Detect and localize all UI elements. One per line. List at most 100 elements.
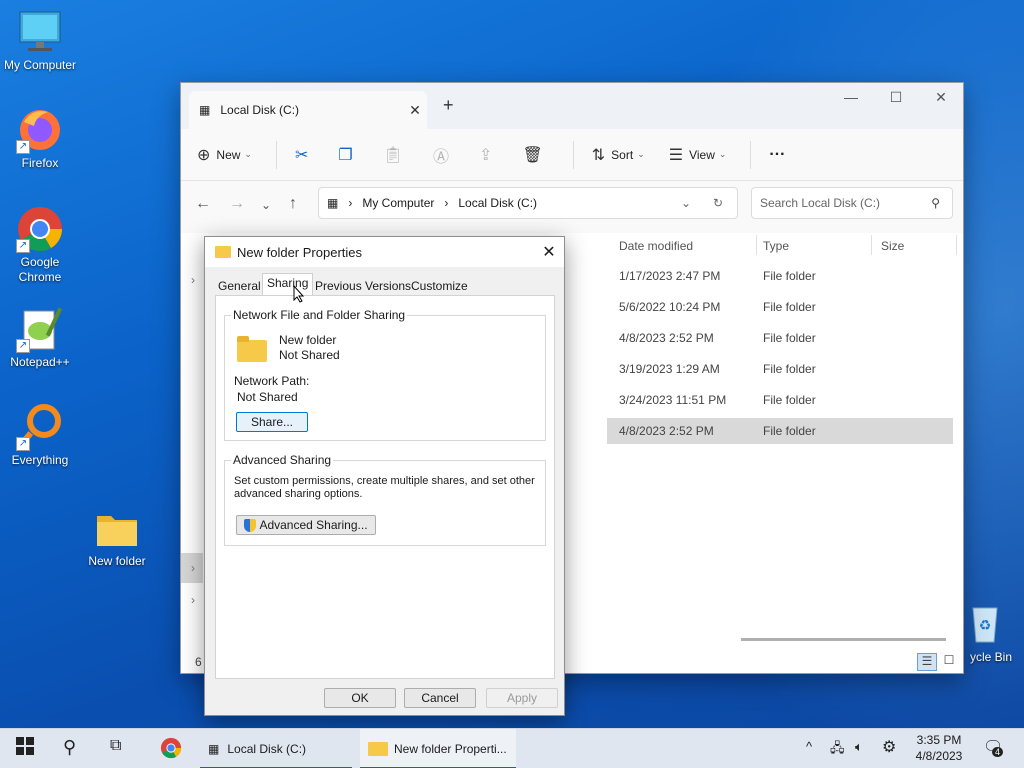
tab-general[interactable]: General [214, 277, 265, 295]
network-sharing-group: Network File and Folder Sharing New fold… [224, 308, 546, 441]
nav-expand-chevron-icon[interactable]: › [191, 561, 195, 575]
desktop-icon-my-computer[interactable]: My Computer [0, 8, 80, 73]
breadcrumb-my-computer[interactable]: My Computer [362, 196, 434, 210]
share-button[interactable]: Share... [236, 412, 308, 432]
row-type: File folder [763, 362, 816, 376]
new-button[interactable]: ⊕ New ⌄ [197, 145, 252, 165]
desktop-icon-everything[interactable]: ↗ Everything [0, 403, 80, 468]
back-arrow-icon[interactable]: ← [195, 195, 211, 213]
large-icons-view-button[interactable]: ☐ [939, 653, 959, 671]
rename-button[interactable]: Ⓐ [433, 143, 455, 167]
show-hidden-icons-chevron-icon[interactable]: ^ [806, 739, 812, 754]
new-label: New [216, 147, 241, 162]
sort-button[interactable]: ⇅ Sort ⌄ [592, 145, 645, 165]
folder-name: New folder [279, 333, 337, 347]
more-options-button[interactable]: ··· [769, 146, 785, 164]
taskbar-app-label: Local Disk (C:) [227, 742, 307, 756]
cut-button[interactable]: ✂ [295, 145, 314, 165]
shortcut-arrow-icon: ↗ [16, 140, 30, 154]
view-button[interactable]: ☰ View ⌄ [669, 145, 727, 165]
refresh-icon[interactable]: ↻ [713, 196, 723, 210]
advanced-sharing-button[interactable]: Advanced Sharing... [236, 515, 376, 535]
minimize-button[interactable]: — [831, 89, 871, 105]
chevron-down-icon: ⌄ [637, 149, 645, 159]
up-arrow-icon[interactable]: ↑ [289, 195, 297, 213]
apply-button[interactable]: Apply [486, 688, 558, 708]
notification-center-button[interactable]: 🗨︎ 4 [983, 737, 1003, 757]
delete-button[interactable]: 🗑︎ [522, 145, 548, 165]
desktop-icon-chrome[interactable]: ↗ Google Chrome [0, 205, 80, 285]
horizontal-scrollbar[interactable] [741, 638, 946, 641]
table-row[interactable]: 3/24/2023 11:51 PM File folder [607, 387, 953, 413]
nav-expand-chevron-icon[interactable]: › [191, 273, 195, 287]
taskbar-app-properties[interactable]: New folder Properti... [360, 729, 516, 768]
desktop-icon-new-folder[interactable]: New folder [77, 504, 157, 569]
column-divider[interactable] [956, 235, 957, 255]
advanced-description-line-1: Set custom permissions, create multiple … [234, 475, 535, 487]
settings-gear-icon[interactable]: ⚙ [882, 737, 896, 757]
desktop-icon-firefox[interactable]: ↗ Firefox [0, 106, 80, 171]
cancel-button[interactable]: Cancel [404, 688, 476, 708]
item-count: 6 [195, 655, 202, 669]
start-button[interactable] [16, 737, 34, 760]
column-divider[interactable] [756, 235, 757, 255]
share-icon: ⇪ [479, 146, 493, 164]
column-type[interactable]: Type [763, 239, 789, 253]
details-view-button[interactable]: ☰ [917, 653, 937, 671]
dialog-tabs: General Sharing Previous Versions Custom… [205, 271, 564, 299]
tab-previous-versions[interactable]: Previous Versions [311, 277, 415, 295]
tab-local-disk[interactable]: ▦ Local Disk (C:) ✕ [189, 91, 427, 129]
tab-customize[interactable]: Customize [407, 277, 472, 295]
volume-icon[interactable]: 🔈︎ [855, 739, 863, 755]
table-row[interactable]: 4/8/2023 2:52 PM File folder [607, 325, 953, 351]
breadcrumb-local-disk[interactable]: Local Disk (C:) [458, 196, 537, 210]
copy-button[interactable]: ❐ [338, 145, 358, 165]
folder-icon [93, 504, 141, 552]
uac-shield-icon [244, 518, 257, 532]
more-label: ··· [769, 145, 786, 163]
recent-chevron-icon[interactable]: ⌄ [261, 198, 271, 212]
table-row[interactable]: 1/17/2023 2:47 PM File folder [607, 263, 953, 289]
view-label: View [689, 147, 715, 162]
clipboard-icon: 📋︎ [382, 146, 404, 164]
search-input[interactable]: Search Local Disk (C:) ⚲ [751, 187, 953, 219]
network-icon[interactable]: 🖧︎ [830, 739, 845, 761]
nav-expand-chevron-icon[interactable]: › [191, 593, 195, 607]
new-tab-button[interactable]: + [443, 95, 454, 116]
row-date: 5/6/2022 10:24 PM [619, 300, 721, 314]
taskbar-app-explorer[interactable]: ▦ Local Disk (C:) [200, 729, 352, 768]
table-row[interactable]: 5/6/2022 10:24 PM File folder [607, 294, 953, 320]
row-type: File folder [763, 269, 816, 283]
address-dropdown-icon[interactable]: ⌄ [681, 196, 691, 210]
forward-arrow-icon[interactable]: → [229, 195, 245, 213]
desktop-icon-label: Google Chrome [18, 255, 62, 284]
chrome-taskbar-icon[interactable] [160, 737, 182, 764]
table-row-selected[interactable]: 4/8/2023 2:52 PM File folder [607, 418, 953, 444]
breadcrumb-separator-icon: › [444, 196, 449, 210]
paste-button[interactable]: 📋︎ [383, 145, 409, 165]
desktop-icon-notepadpp[interactable]: ↗ Notepad++ [0, 305, 80, 370]
search-icon[interactable]: ⚲ [63, 737, 76, 758]
copy-icon: ❐ [338, 146, 353, 164]
share-button[interactable]: ⇪ [479, 145, 498, 165]
rename-icon: Ⓐ [433, 148, 450, 166]
close-window-button[interactable]: ✕ [921, 89, 961, 106]
ok-button[interactable]: OK [324, 688, 396, 708]
clock[interactable]: 3:35 PM 4/8/2023 [908, 732, 970, 764]
column-divider[interactable] [871, 235, 872, 255]
chevron-down-icon: ⌄ [718, 149, 727, 159]
close-tab-icon[interactable]: ✕ [403, 102, 427, 119]
table-row[interactable]: 3/19/2023 1:29 AM File folder [607, 356, 953, 382]
row-date: 4/8/2023 2:52 PM [619, 331, 714, 345]
computer-icon: ▦ [327, 196, 339, 210]
shortcut-arrow-icon: ↗ [16, 239, 30, 253]
maximize-button[interactable]: ☐ [876, 89, 916, 106]
column-size[interactable]: Size [881, 239, 904, 253]
address-bar[interactable]: ▦ › My Computer › Local Disk (C:) ⌄ ↻ [318, 187, 738, 219]
row-date: 1/17/2023 2:47 PM [619, 269, 721, 283]
column-date-modified[interactable]: Date modified [619, 239, 693, 253]
folder-share-status: Not Shared [279, 348, 340, 362]
task-view-icon[interactable]: ⧉ [110, 737, 121, 755]
dialog-close-icon[interactable]: ✕ [534, 242, 564, 262]
desktop-icon-label: My Computer [3, 58, 77, 72]
